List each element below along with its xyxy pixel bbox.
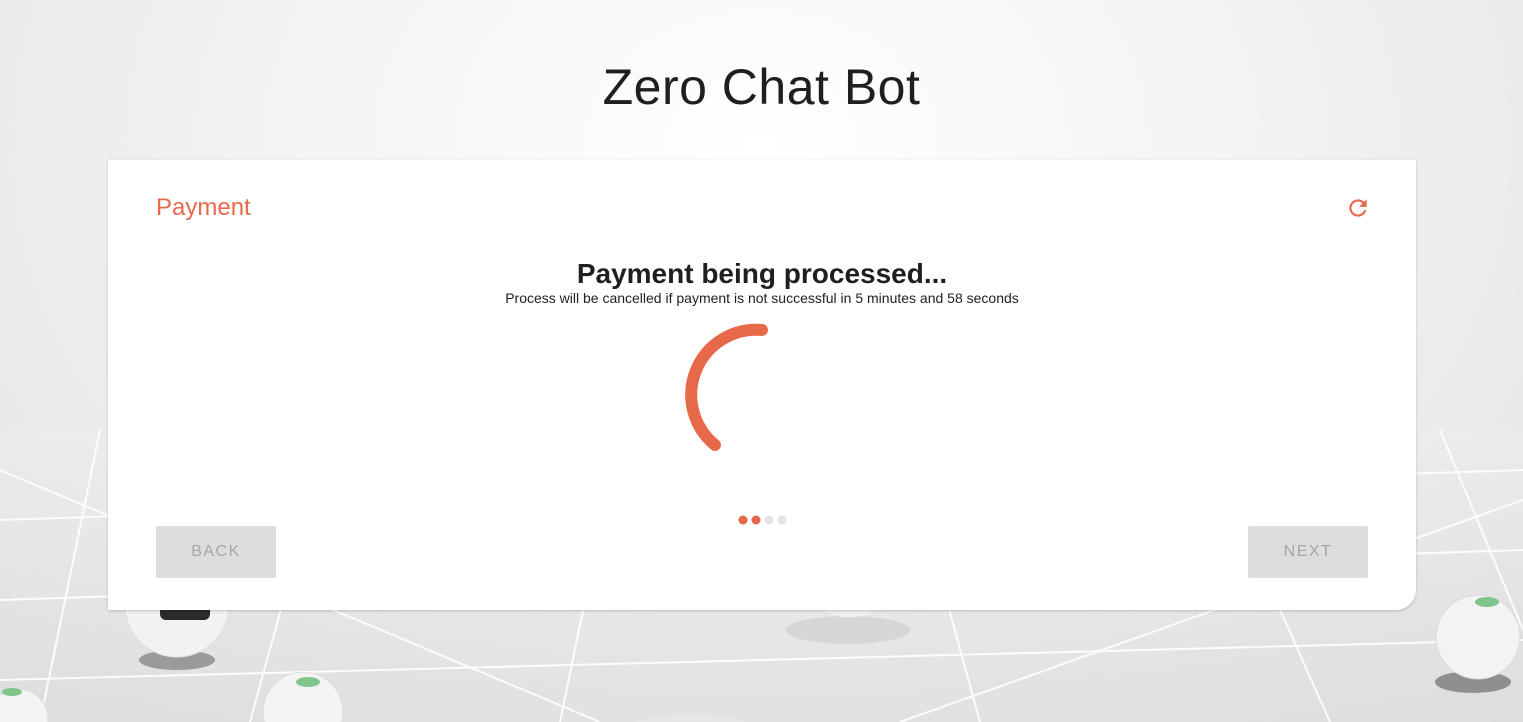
robot-decoration-bottom-left — [262, 672, 344, 722]
robot-decoration-right — [1435, 594, 1521, 693]
robot-decoration-far-left — [0, 688, 49, 722]
refresh-icon[interactable] — [1345, 195, 1371, 221]
payment-card: Payment Payment being processed... Proce… — [108, 160, 1416, 610]
robot-decoration-bottom-center — [634, 714, 746, 722]
status-heading: Payment being processed... — [576, 258, 948, 289]
next-button[interactable]: Next — [1248, 526, 1368, 578]
progress-stepper — [738, 515, 787, 525]
card-title: Payment — [156, 194, 251, 221]
stepper-dot — [764, 515, 774, 525]
back-button[interactable]: Back — [156, 526, 276, 578]
stepper-dot — [777, 515, 787, 525]
stepper-dot — [738, 515, 748, 525]
status-message: Process will be cancelled if payment is … — [505, 290, 1019, 306]
loading-spinner-icon — [685, 323, 768, 451]
page-title: Zero Chat Bot — [602, 59, 921, 115]
stepper-dot — [751, 515, 761, 525]
